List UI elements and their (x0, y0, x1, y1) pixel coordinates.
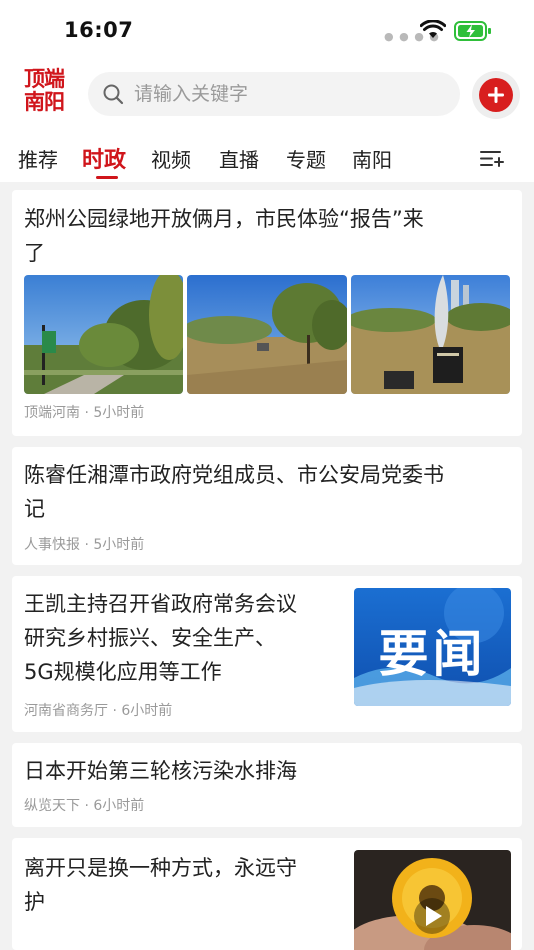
news-time: 6小时前 (93, 798, 145, 814)
news-meta: 河南省商务厅 · 6小时前 (24, 703, 173, 719)
add-button[interactable] (472, 71, 520, 119)
news-title: 日本开始第三轮核污染水排海 (24, 759, 297, 783)
news-time: 5小时前 (93, 537, 145, 553)
app-header: 16:07 ● ● ● ● 顶端 南阳 推荐 时政 视频 (0, 0, 534, 182)
channel-tabs: 推荐 时政 视频 直播 专题 南阳 (0, 138, 534, 182)
app-logo[interactable]: 顶端 南阳 (24, 68, 76, 118)
tab-politics[interactable]: 时政 (82, 142, 126, 174)
tab-nanyang[interactable]: 南阳 (352, 144, 392, 173)
tab-live[interactable]: 直播 (219, 144, 259, 173)
news-thumbnail-headline: 要闻 (354, 588, 511, 706)
plus-icon (488, 87, 504, 103)
news-title: 离开只是换一种方式，永远守 护 (24, 856, 297, 914)
news-title: 郑州公园绿地开放俩月，市民体验“报告”来 了 (24, 207, 424, 265)
news-source: 河南省商务厅 (24, 703, 108, 719)
logo-line-2: 南阳 (24, 90, 65, 114)
news-time: 6小时前 (121, 703, 173, 719)
wifi-icon (420, 20, 446, 38)
search-input[interactable] (134, 72, 444, 116)
tab-video[interactable]: 视频 (151, 144, 191, 173)
news-source: 顶端河南 (24, 405, 80, 421)
news-meta: 纵览天下 · 6小时前 (24, 798, 145, 814)
thumbnail-headline-text: 要闻 (378, 625, 487, 683)
news-card[interactable]: 日本开始第三轮核污染水排海 纵览天下 · 6小时前 (12, 743, 522, 827)
tab-topics[interactable]: 专题 (286, 144, 326, 173)
battery-icon (454, 21, 491, 41)
tab-recommend[interactable]: 推荐 (18, 144, 58, 173)
news-source: 纵览天下 (24, 798, 80, 814)
news-title: 王凯主持召开省政府常务会议 研究乡村振兴、安全生产、 5G规模化应用等工作 (24, 592, 297, 684)
news-time: 5小时前 (93, 405, 145, 421)
news-meta: 顶端河南 · 5小时前 (24, 405, 145, 421)
search-bar[interactable] (88, 72, 460, 116)
news-meta: 人事快报 · 5小时前 (24, 537, 145, 553)
news-card[interactable]: 郑州公园绿地开放俩月，市民体验“报告”来 了 顶端河南 · 5小时前 (12, 190, 522, 436)
search-icon (103, 84, 124, 105)
news-image-park-path (24, 275, 183, 394)
news-card[interactable]: 陈睿任湘潭市政府党组成员、市公安局党委书 记 人事快报 · 5小时前 (12, 447, 522, 565)
news-card[interactable]: 王凯主持召开省政府常务会议 研究乡村振兴、安全生产、 5G规模化应用等工作 要闻… (12, 576, 522, 732)
news-video-thumbnail[interactable] (354, 850, 511, 950)
news-source: 人事快报 (24, 537, 80, 553)
channel-menu-icon[interactable] (478, 146, 504, 172)
news-title: 陈睿任湘潭市政府党组成员、市公安局党委书 记 (24, 463, 444, 521)
news-card[interactable]: 离开只是换一种方式，永远守 护 (12, 838, 522, 950)
status-time: 16:07 (64, 18, 134, 42)
logo-line-1: 顶端 (24, 67, 65, 91)
add-button-circle (479, 78, 513, 112)
tab-active-indicator (96, 176, 118, 179)
news-image-sculpture (351, 275, 510, 394)
news-image-lawn (187, 275, 347, 394)
